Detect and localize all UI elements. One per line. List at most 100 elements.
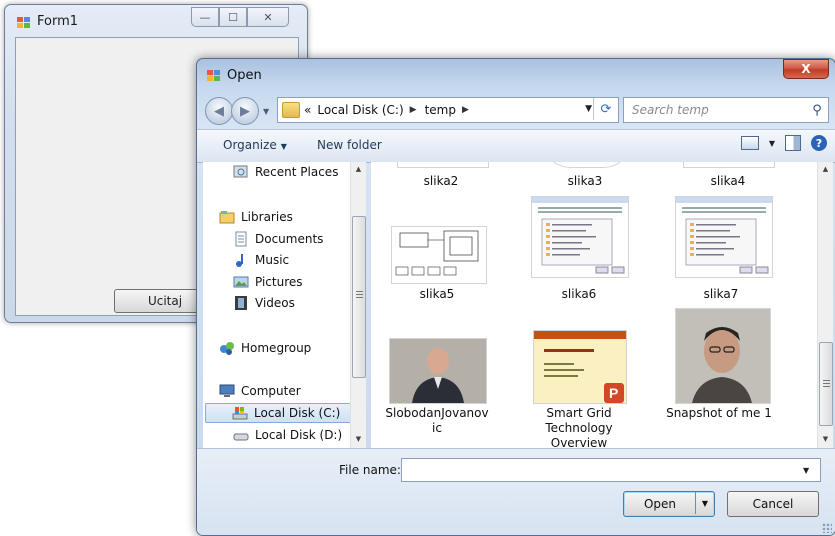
open-button-label: Open (643, 497, 677, 511)
breadcrumb-separator-icon[interactable]: ▶ (462, 105, 469, 115)
nav-item-local-disk-c[interactable]: Local Disk (C:) (205, 403, 361, 423)
nav-item-music[interactable]: Music (233, 250, 289, 270)
nav-item-homegroup[interactable]: Homegroup (219, 338, 311, 358)
open-button[interactable]: Open ▼ (623, 491, 715, 517)
file-name[interactable]: slika2 (381, 174, 501, 189)
file-name[interactable]: slika5 (377, 287, 497, 302)
search-box[interactable]: Search temp ⚲ (623, 97, 829, 123)
nav-item-pictures[interactable]: Pictures (233, 272, 303, 292)
file-name[interactable]: Snapshot of me 1 (659, 406, 779, 421)
nav-label: Libraries (241, 210, 293, 224)
help-icon[interactable]: ? (811, 135, 827, 151)
recent-pages-dropdown-icon[interactable]: ▼ (263, 107, 269, 116)
pictures-icon (233, 276, 249, 288)
maximize-button[interactable]: ☐ (219, 7, 247, 27)
file-thumbnail[interactable] (675, 308, 771, 404)
navigation-pane: Recent Places Libraries Documents Music … (203, 162, 363, 448)
computer-icon (219, 384, 235, 397)
file-name[interactable]: SlobodanJovanov ic (377, 406, 497, 436)
dialog-close-button[interactable]: X (783, 59, 829, 79)
local-disk-icon (232, 407, 248, 420)
organize-button[interactable]: Organize ▼ (223, 138, 287, 152)
svg-text:P: P (609, 385, 618, 401)
file-thumbnail[interactable] (541, 162, 633, 168)
homegroup-icon (220, 342, 234, 355)
scroll-down-arrow-icon[interactable]: ▼ (818, 432, 833, 446)
file-name-dropdown-icon[interactable]: ▼ (803, 466, 809, 475)
open-options-dropdown-icon[interactable]: ▼ (695, 492, 714, 514)
file-name[interactable]: Smart Grid Technology Overview (519, 406, 639, 448)
breadcrumb-local-disk-c[interactable]: Local Disk (C:) (317, 103, 403, 117)
file-thumbnail[interactable] (397, 162, 489, 168)
file-name-input[interactable] (401, 458, 821, 482)
nav-label: Computer (241, 384, 301, 398)
music-icon (236, 254, 243, 267)
nav-item-computer[interactable]: Computer (219, 381, 301, 401)
open-dialog: Open X ◀ ▶ ▼ « Local Disk (C:) ▶ temp ▶ … (196, 58, 835, 536)
nav-label: Documents (255, 232, 324, 246)
scroll-up-arrow-icon[interactable]: ▲ (818, 162, 833, 176)
history-buttons: ◀ ▶ ▼ (205, 97, 269, 125)
preview-pane-icon[interactable] (785, 135, 801, 151)
close-button[interactable]: ✕ (247, 7, 289, 27)
file-thumbnail[interactable] (389, 338, 487, 404)
nav-item-local-disk-d[interactable]: Local Disk (D:) (233, 425, 342, 445)
view-options-dropdown-icon[interactable]: ▼ (769, 139, 775, 148)
search-input[interactable]: Search temp (632, 103, 806, 117)
file-name-line: Smart Grid Technology Overview (545, 406, 613, 448)
scrollbar-thumb[interactable] (352, 216, 366, 378)
close-icon: ✕ (263, 10, 273, 24)
file-list-scrollbar[interactable]: ▲ ▼ (817, 162, 833, 448)
forward-arrow-icon: ▶ (240, 103, 250, 119)
nav-label: Videos (255, 296, 295, 310)
address-bar[interactable]: « Local Disk (C:) ▶ temp ▶ ▼ ⟳ (277, 97, 619, 123)
navigation-scrollbar[interactable]: ▲ ▼ (350, 162, 366, 448)
file-list: slika2 slika3 slika4 slika5 slika6 slika… (371, 162, 817, 448)
folder-icon (282, 102, 300, 118)
form1-caption-buttons: — ☐ ✕ (191, 7, 289, 27)
command-bar: Organize ▼ New folder ▼ ? (197, 129, 835, 163)
file-thumbnail[interactable] (391, 226, 487, 284)
nav-item-videos[interactable]: Videos (233, 293, 295, 313)
nav-item-libraries[interactable]: Libraries (219, 207, 293, 227)
forward-button[interactable]: ▶ (231, 97, 259, 125)
resize-grip-icon[interactable] (822, 523, 832, 533)
nav-label: Music (255, 253, 290, 267)
scroll-up-arrow-icon[interactable]: ▲ (351, 162, 366, 176)
file-thumbnail[interactable] (675, 196, 773, 278)
file-thumbnail[interactable]: P (533, 330, 627, 404)
file-thumbnail[interactable] (683, 162, 775, 168)
file-name[interactable]: slika3 (525, 174, 645, 189)
scroll-down-arrow-icon[interactable]: ▼ (351, 432, 366, 446)
new-folder-button[interactable]: New folder (317, 138, 382, 152)
change-view-icon[interactable] (740, 136, 759, 150)
nav-item-documents[interactable]: Documents (233, 229, 323, 249)
minimize-button[interactable]: — (191, 7, 219, 27)
file-name[interactable]: slika7 (661, 287, 781, 302)
address-overflow-chevron[interactable]: « (304, 103, 311, 117)
refresh-icon: ⟳ (600, 101, 612, 117)
file-name[interactable]: slika6 (519, 287, 639, 302)
documents-icon (235, 231, 247, 247)
nav-label: Local Disk (D:) (255, 428, 343, 442)
back-button[interactable]: ◀ (205, 97, 233, 125)
search-icon[interactable]: ⚲ (806, 103, 828, 118)
breadcrumb-temp[interactable]: temp (425, 103, 456, 117)
nav-item-recent-places[interactable]: Recent Places (233, 162, 338, 182)
local-disk-icon (233, 433, 249, 441)
nav-label: Pictures (255, 275, 303, 289)
libraries-icon (219, 211, 235, 224)
file-thumbnail[interactable] (531, 196, 629, 278)
chevron-down-icon: ▼ (280, 142, 287, 151)
file-name[interactable]: slika4 (668, 174, 788, 189)
nav-label: Homegroup (241, 341, 312, 355)
refresh-button[interactable]: ⟳ (593, 98, 618, 120)
breadcrumb-separator-icon[interactable]: ▶ (410, 105, 417, 115)
cancel-button[interactable]: Cancel (727, 491, 819, 517)
scrollbar-thumb[interactable] (819, 342, 833, 426)
nav-label: Recent Places (255, 165, 339, 179)
file-name-label: File name: (339, 463, 401, 477)
dialog-title: Open (227, 68, 262, 83)
address-dropdown-icon[interactable]: ▼ (585, 104, 592, 114)
organize-label: Organize (223, 138, 277, 152)
